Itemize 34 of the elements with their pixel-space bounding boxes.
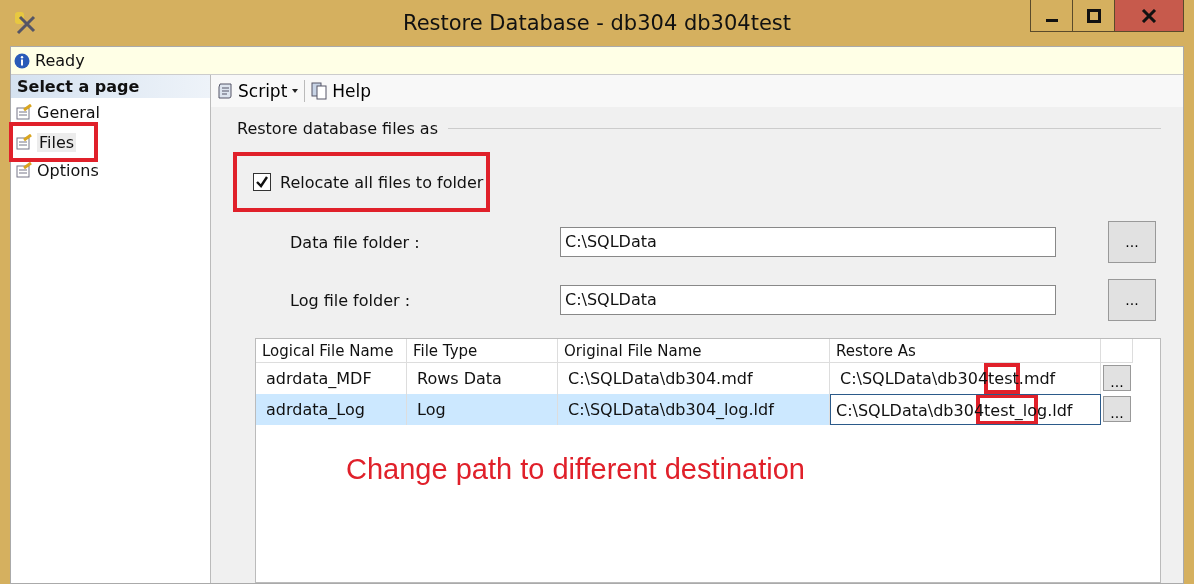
window-title: Restore Database - db304 db304test — [403, 11, 791, 35]
folder-field[interactable]: C:\SQLData — [560, 285, 1056, 315]
caret-icon — [291, 88, 300, 94]
info-icon — [14, 52, 30, 69]
table-cell: C:\SQLData\db304_log.ldf — [558, 394, 830, 425]
browse-button[interactable]: ... — [1103, 365, 1131, 391]
folder-label: Data file folder : — [289, 232, 421, 252]
page-icon — [16, 104, 33, 120]
maximize-icon — [1086, 8, 1101, 23]
browse-button[interactable]: ... — [1108, 279, 1156, 321]
browse-button[interactable]: ... — [1103, 396, 1131, 422]
close-button[interactable] — [1114, 0, 1184, 32]
sidebar-header: Select a page — [11, 75, 210, 98]
section-title: Restore database files as — [237, 119, 438, 138]
annotation-text: Change path to different destination — [346, 453, 806, 486]
checkbox[interactable] — [253, 173, 271, 191]
close-icon — [1141, 8, 1157, 23]
script-dropdown[interactable]: Script — [214, 79, 302, 103]
help-button[interactable]: Help — [308, 79, 374, 103]
folder-field[interactable]: C:\SQLData — [560, 227, 1056, 257]
status-text: Ready — [35, 51, 85, 70]
document-icon — [310, 82, 329, 100]
minimize-button[interactable] — [1030, 0, 1072, 32]
page-icon — [16, 134, 33, 150]
database-tools-icon — [12, 9, 38, 35]
page-icon — [16, 162, 33, 178]
browse-button[interactable]: ... — [1108, 221, 1156, 263]
page-item[interactable]: Files — [9, 122, 99, 162]
minimize-icon — [1045, 19, 1058, 22]
table-cell: adrdata_Log — [256, 394, 407, 425]
scroll-icon — [216, 82, 234, 100]
relocate-checkbox[interactable]: Relocate all files to folder — [233, 152, 491, 212]
table-cell: Log — [407, 394, 558, 425]
folder-label: Log file folder : — [289, 290, 412, 310]
